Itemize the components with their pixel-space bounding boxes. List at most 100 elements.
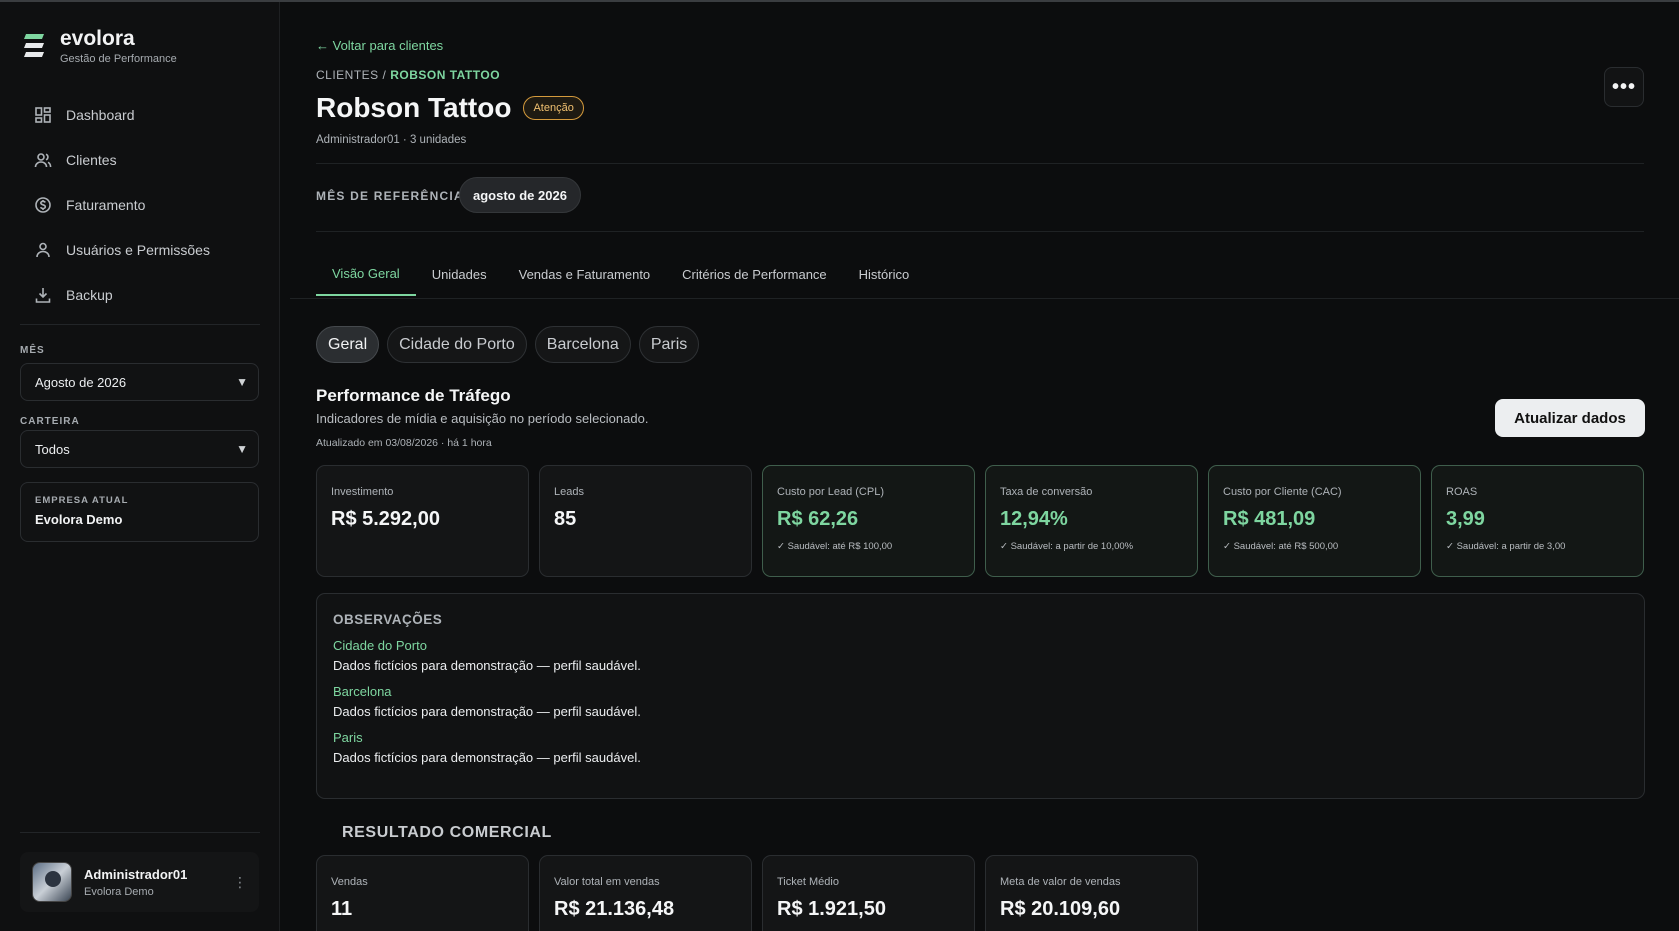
sidebar-item-usuarios[interactable]: Usuários e Permissões [20,227,260,272]
sidebar-nav: Dashboard Clientes Faturamento Usuários … [20,92,260,317]
sidebar-item-label: Backup [66,286,113,303]
tab-visao-geral[interactable]: Visão Geral [316,252,416,296]
dollar-icon [35,196,51,213]
sidebar-item-clientes[interactable]: Clientes [20,137,260,182]
metric-health-note: ✓ Saudável: até R$ 100,00 [777,541,893,552]
breadcrumb-root[interactable]: CLIENTES [316,68,379,82]
metric-value: R$ 20.109,60 [1000,898,1121,920]
tab-vendas-faturamento[interactable]: Vendas e Faturamento [503,252,667,296]
metric-label: ROAS [1446,486,1478,498]
traffic-section-title: Performance de Tráfego [316,386,511,405]
avatar [32,862,72,902]
metric-label: Investimento [331,486,394,498]
traffic-metrics: Investimento R$ 5.292,00 Leads 85 Custo … [316,465,1644,577]
brand-subtitle: Gestão de Performance [60,53,177,65]
observation-unit: Barcelona [333,684,392,699]
sidebar-item-label: Usuários e Permissões [66,241,210,258]
back-to-clients-link[interactable]: ← Voltar para clientes [316,38,443,53]
refresh-data-button[interactable]: Atualizar dados [1495,399,1645,437]
sidebar-item-dashboard[interactable]: Dashboard [20,92,260,137]
client-units-count: 3 unidades [409,134,467,146]
current-company-name: Evolora Demo [35,512,123,527]
commercial-section-title: RESULTADO COMERCIAL [342,824,552,841]
sidebar-item-faturamento[interactable]: Faturamento [20,182,260,227]
brand[interactable]: evolora Gestão de Performance [22,28,177,65]
metric-value: 12,94% [1000,508,1068,530]
metric-card-conversao: Taxa de conversão 12,94% ✓ Saudável: a p… [985,465,1198,577]
metric-value: R$ 21.136,48 [554,898,675,920]
metric-label: Custo por Lead (CPL) [777,486,884,498]
observation-item: Paris Dados fictícios para demonstração … [333,730,1628,765]
month-select-value: Agosto de 2026 [35,374,127,390]
user-profile[interactable]: Administrador01 Evolora Demo ⋮ [20,852,259,912]
unit-pill-cidade-do-porto[interactable]: Cidade do Porto [387,326,527,363]
brand-logo-icon [24,34,44,57]
breadcrumb-current: ROBSON TATTOO [390,68,501,82]
current-company-label: EMPRESA ATUAL [35,495,129,506]
tab-historico[interactable]: Histórico [843,252,926,296]
metric-card-cpl: Custo por Lead (CPL) R$ 62,26 ✓ Saudável… [762,465,975,577]
chevron-down-icon: ▼ [236,442,248,456]
metric-health-note: ✓ Saudável: a partir de 10,00% [1000,541,1134,552]
unit-pill-geral[interactable]: Geral [316,326,380,363]
current-company-card[interactable]: EMPRESA ATUAL Evolora Demo [20,482,259,542]
observation-text: Dados fictícios para demonstração — perf… [333,750,641,765]
metric-value: 3,99 [1446,508,1485,530]
chevron-down-icon: ▼ [236,375,248,389]
metric-card-meta-vendas: Meta de valor de vendas R$ 20.109,60 [985,855,1198,931]
client-meta: Administrador01 · 3 unidades [316,134,466,146]
sidebar-item-label: Clientes [66,151,117,168]
traffic-updated-at: Atualizado em 03/08/2026 · há 1 hora [316,437,492,449]
month-filter-label: MÊS [20,345,45,356]
sidebar-divider [20,832,260,833]
metric-card-leads: Leads 85 [539,465,752,577]
meta-separator: · [399,134,410,146]
observation-item: Cidade do Porto Dados fictícios para dem… [333,638,1628,673]
more-options-button[interactable]: ••• [1604,67,1644,107]
observation-unit: Paris [333,730,363,745]
metric-label: Vendas [331,876,368,888]
metric-health-note: ✓ Saudável: a partir de 3,00 [1446,541,1566,552]
tab-bar: Visão Geral Unidades Vendas e Faturament… [316,252,925,296]
reference-divider [316,231,1644,232]
header-divider [316,163,1644,164]
sidebar-item-label: Faturamento [66,196,146,213]
kebab-menu-icon[interactable]: ⋮ [233,874,247,891]
metric-card-vendas: Vendas 11 [316,855,529,931]
metric-value: 11 [331,898,353,920]
status-badge: Atenção [523,96,584,120]
reference-month-label: MÊS DE REFERÊNCIA [316,189,464,203]
observation-text: Dados fictícios para demonstração — perf… [333,658,641,673]
metric-label: Valor total em vendas [554,876,660,888]
portfolio-select[interactable]: Todos ▼ [20,430,259,468]
user-icon [36,242,50,257]
metric-value: R$ 1.921,50 [777,898,886,920]
breadcrumb-separator: / [378,68,391,82]
observations-title: OBSERVAÇÕES [333,612,443,627]
portfolio-filter-label: CARTEIRA [20,416,80,427]
observation-unit: Cidade do Porto [333,638,427,653]
traffic-section-description: Indicadores de mídia e aquisição no perí… [316,411,649,426]
metric-card-ticket-medio: Ticket Médio R$ 1.921,50 [762,855,975,931]
metric-health-note: ✓ Saudável: até R$ 500,00 [1223,541,1339,552]
user-name: Administrador01 [84,866,188,882]
tab-unidades[interactable]: Unidades [416,252,503,296]
tab-criterios-performance[interactable]: Critérios de Performance [666,252,843,296]
commercial-metrics: Vendas 11 Valor total em vendas R$ 21.13… [316,855,1198,931]
metric-label: Ticket Médio [777,876,839,888]
sidebar-item-backup[interactable]: Backup [20,272,260,317]
unit-pill-paris[interactable]: Paris [638,326,700,363]
unit-pill-barcelona[interactable]: Barcelona [534,326,631,363]
download-icon [35,287,51,303]
metric-value: R$ 62,26 [777,508,859,530]
title-row: Robson Tattoo Atenção [316,92,584,124]
metric-label: Taxa de conversão [1000,486,1093,498]
sidebar-item-label: Dashboard [66,106,135,123]
metric-card-roas: ROAS 3,99 ✓ Saudável: a partir de 3,00 [1431,465,1644,577]
metric-card-cac: Custo por Cliente (CAC) R$ 481,09 ✓ Saud… [1208,465,1421,577]
month-select[interactable]: Agosto de 2026 ▼ [20,363,259,401]
metric-value: R$ 481,09 [1223,508,1316,530]
reference-month-selector[interactable]: agosto de 2026 [459,177,581,213]
unit-filter: Geral Cidade do Porto Barcelona Paris [316,326,700,363]
sidebar: evolora Gestão de Performance Dashboard … [0,2,280,931]
